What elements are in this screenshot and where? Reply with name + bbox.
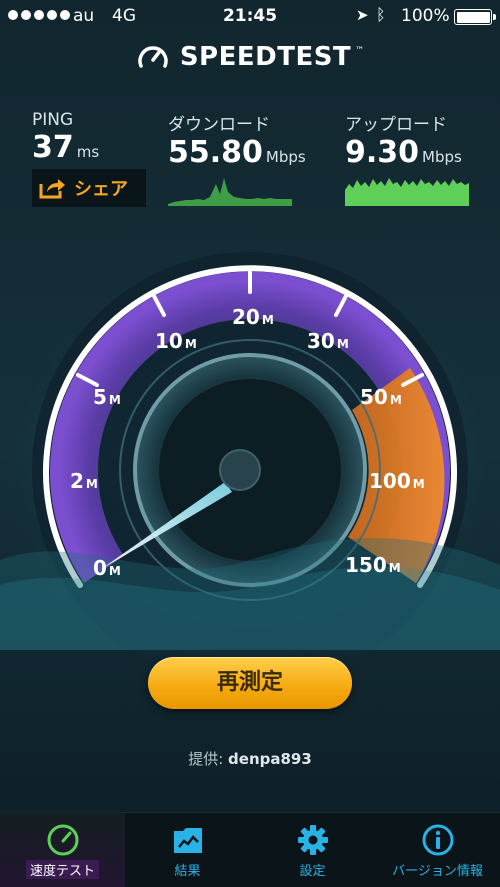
- tab-label: バージョン情報: [392, 864, 483, 879]
- location-arrow-icon: ➤: [356, 6, 369, 24]
- upload-label: アップロード: [345, 115, 447, 135]
- battery-icon: [454, 9, 496, 25]
- battery-percent: 100%: [401, 6, 450, 26]
- download-value: 55.80: [168, 135, 263, 170]
- ping-value: 37: [32, 130, 74, 165]
- provider-name: denpa893: [228, 750, 312, 768]
- download-stat: ダウンロード 55.80 Mbps: [168, 110, 306, 175]
- upload-unit: Mbps: [422, 148, 462, 166]
- tab-about[interactable]: バージョン情報: [375, 813, 500, 887]
- ping-stat: PING 37 ms: [32, 110, 99, 170]
- tab-bar: 速度テスト 結果 設定 バージョン情報: [0, 812, 500, 887]
- gear-icon: [297, 825, 328, 855]
- info-icon: [422, 824, 453, 856]
- tab-speed-test[interactable]: 速度テスト: [0, 813, 125, 887]
- speed-gauge: 0 M2 M5 M10 M20 M30 M50 M100 M150 M: [0, 252, 500, 650]
- speedometer-logo-icon: [138, 46, 168, 68]
- tab-label: 設定: [299, 864, 326, 879]
- provider-line: 提供: denpa893: [0, 748, 500, 769]
- folder-icon: [173, 828, 202, 853]
- provider-prefix: 提供:: [188, 750, 224, 768]
- share-label: シェア: [74, 179, 128, 200]
- tab-settings[interactable]: 設定: [250, 813, 375, 887]
- share-icon: [39, 179, 65, 199]
- download-graph: [168, 178, 292, 206]
- tab-label: 速度テスト: [25, 860, 99, 879]
- logo-text: SPEEDTEST: [179, 42, 352, 72]
- share-button[interactable]: シェア: [32, 169, 146, 207]
- speedometer-icon: [47, 824, 78, 856]
- bluetooth-icon: ᛒ: [376, 5, 386, 24]
- download-label: ダウンロード: [168, 115, 270, 135]
- download-unit: Mbps: [265, 148, 306, 166]
- trademark: ™: [355, 46, 365, 56]
- ping-label: PING: [32, 110, 74, 130]
- retest-button[interactable]: 再測定: [148, 657, 352, 709]
- status-bar: au 4G 21:45 ➤ ᛒ 100%: [0, 0, 500, 34]
- tab-results[interactable]: 結果: [125, 813, 250, 887]
- upload-graph: [345, 178, 469, 206]
- upload-stat: アップロード 9.30 Mbps: [345, 110, 462, 175]
- tab-label: 結果: [174, 864, 201, 879]
- ping-unit: ms: [76, 143, 100, 161]
- app-logo: SPEEDTEST ™: [0, 40, 500, 74]
- upload-value: 9.30: [345, 135, 420, 170]
